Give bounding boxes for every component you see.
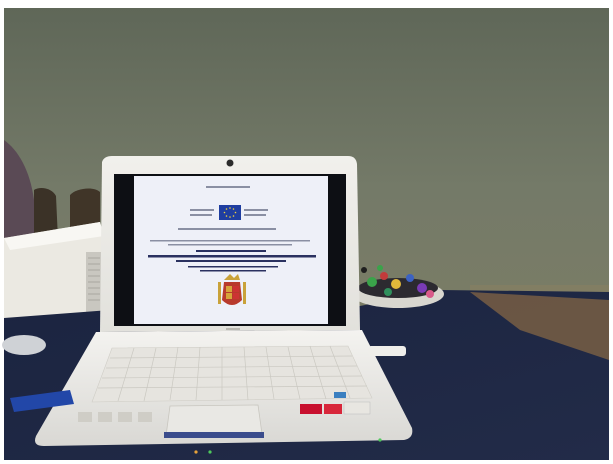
brand-logo [226,328,240,330]
status-light [194,450,198,454]
projector [4,222,104,320]
status-light [208,450,212,454]
webcam-icon [226,159,234,167]
mouse [2,335,46,355]
photo-scene [0,0,613,464]
eu-flag [219,205,241,220]
keyboard [91,345,373,403]
usb-stick [368,346,406,356]
status-light [378,438,382,442]
touchpad-buttons [164,432,264,438]
touchpad [165,404,263,437]
